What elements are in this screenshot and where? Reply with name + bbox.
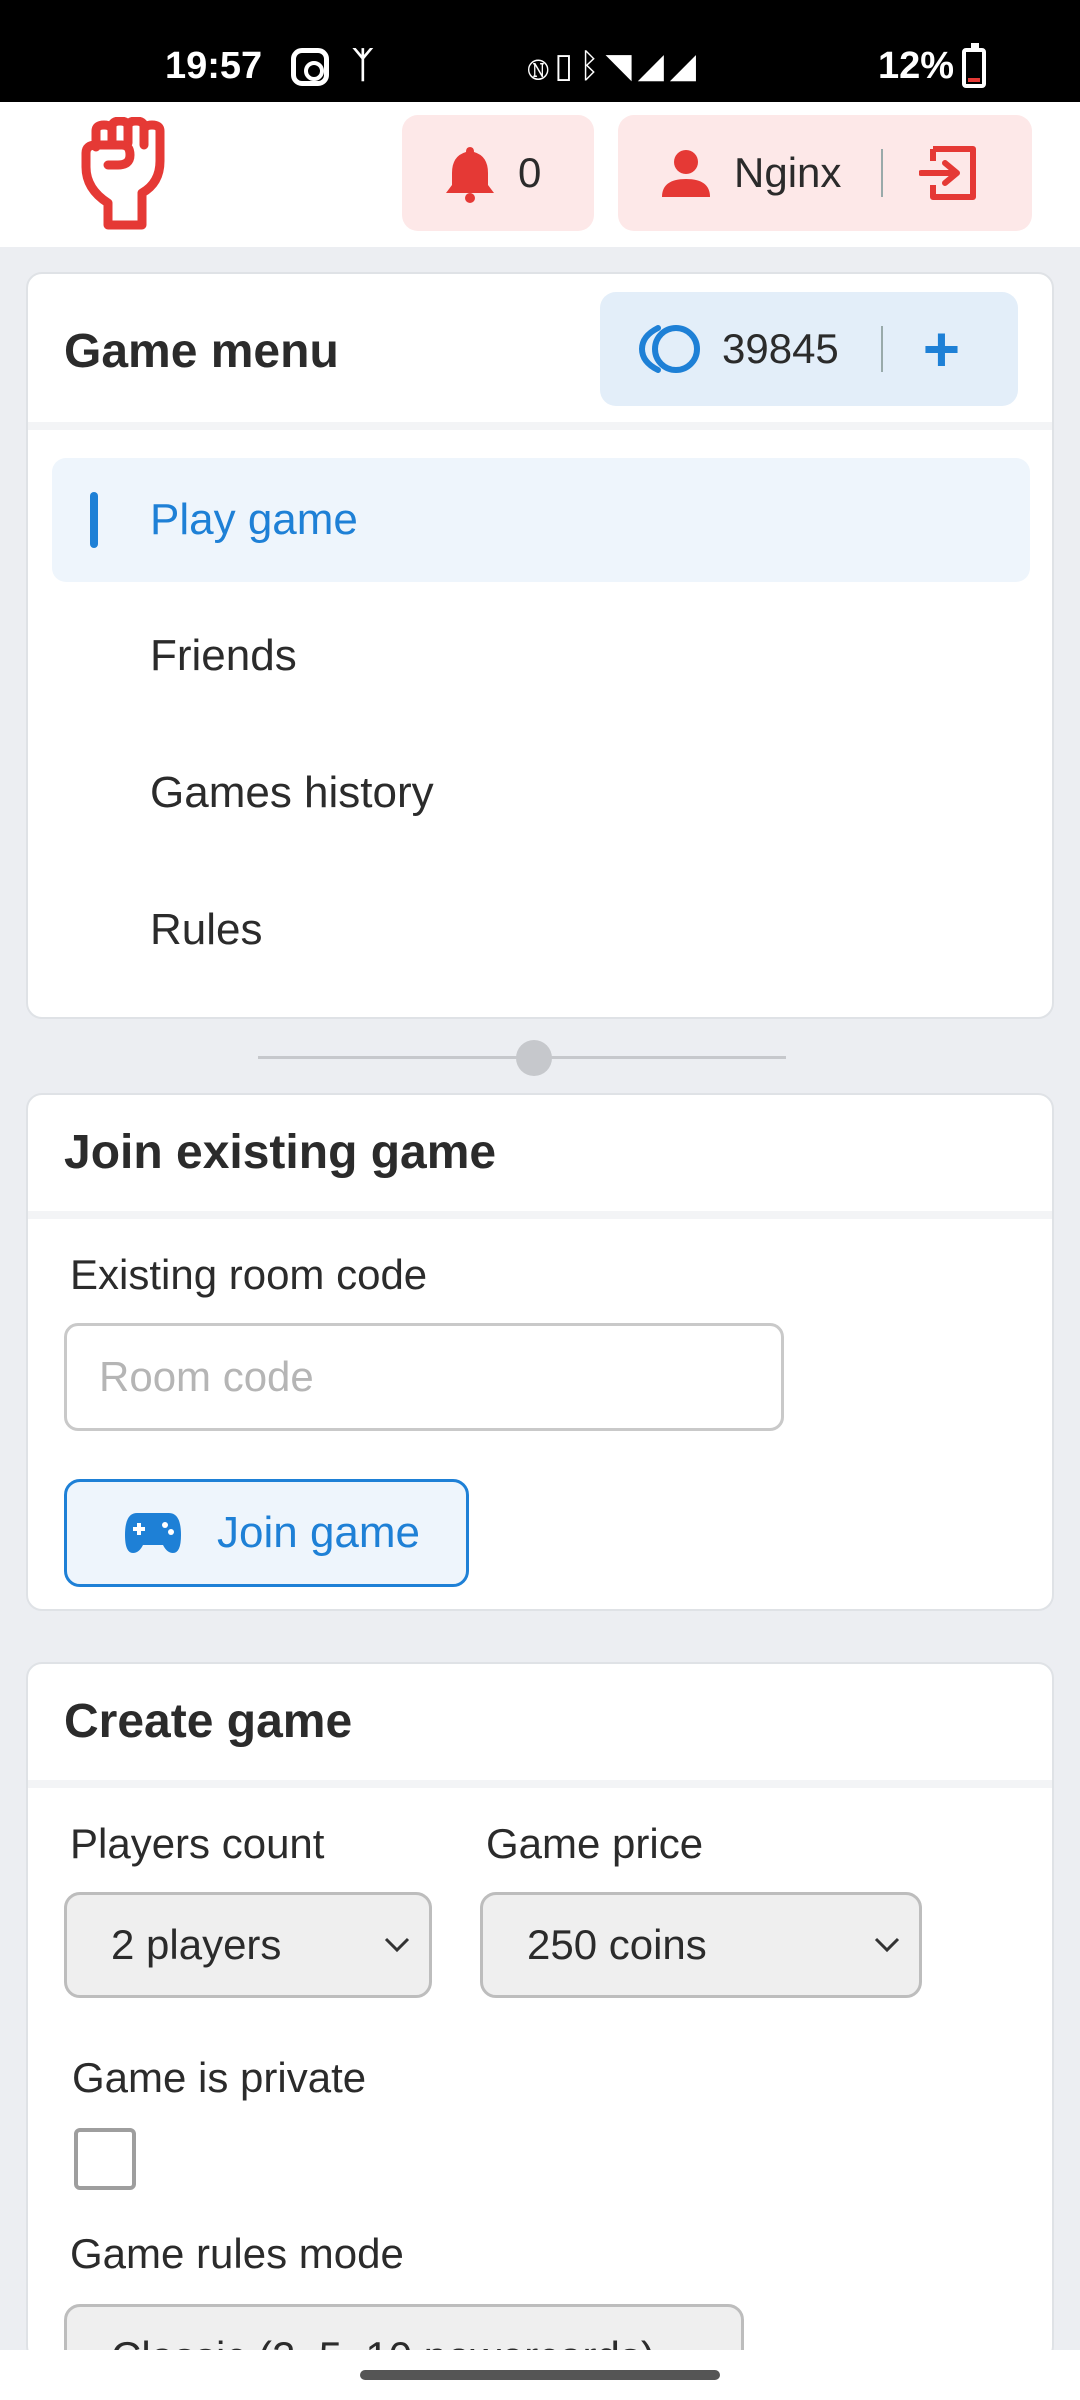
room-code-input[interactable] bbox=[64, 1323, 784, 1431]
game-menu-card: Game menu 39845 + Play game Friends Game… bbox=[26, 272, 1054, 1019]
status-bar: 19:57 ᛉ Ⓝ▯ᛒ◥◢◢ 12% bbox=[0, 0, 1080, 102]
game-price-value: 250 coins bbox=[527, 1921, 707, 1968]
chevron-down-icon bbox=[384, 1937, 410, 1953]
status-icons: Ⓝ▯ᛒ◥◢◢ bbox=[528, 46, 702, 86]
raised-fist-logo[interactable] bbox=[78, 117, 178, 232]
menu-item-games-history[interactable]: Games history bbox=[52, 731, 1030, 855]
game-price-select[interactable]: 250 coins bbox=[480, 1892, 922, 1998]
logout-icon[interactable] bbox=[919, 145, 977, 201]
join-game-title: Join existing game bbox=[64, 1126, 497, 1179]
private-label: Game is private bbox=[72, 2054, 367, 2101]
game-price-label: Game price bbox=[486, 1820, 704, 1867]
rules-mode-label: Game rules mode bbox=[70, 2230, 404, 2277]
add-coins-button[interactable]: + bbox=[923, 317, 960, 381]
menu-item-play-game[interactable]: Play game bbox=[52, 458, 1030, 582]
room-code-label: Existing room code bbox=[70, 1251, 428, 1298]
gamepad-icon bbox=[125, 1513, 181, 1553]
divider bbox=[881, 149, 884, 197]
join-game-button[interactable]: Join game bbox=[64, 1479, 469, 1587]
coins-icon bbox=[638, 325, 700, 373]
home-indicator[interactable] bbox=[360, 2370, 720, 2380]
username: Nginx bbox=[734, 149, 842, 196]
user-icon bbox=[662, 150, 710, 197]
create-game-card: Create game Players count 2 players Game… bbox=[26, 1662, 1054, 2362]
signal-icon: ◢◢ bbox=[637, 47, 702, 85]
instagram-icon bbox=[291, 48, 329, 86]
app-header: 0 Nginx bbox=[0, 102, 1080, 247]
private-checkbox[interactable] bbox=[74, 2128, 136, 2190]
chevron-down-icon bbox=[874, 1937, 900, 1953]
battery-icon bbox=[962, 43, 986, 88]
join-game-label: Join game bbox=[217, 1508, 421, 1557]
card-divider bbox=[28, 1780, 1052, 1788]
join-game-card: Join existing game Existing room code Jo… bbox=[26, 1093, 1054, 1611]
divider bbox=[880, 326, 883, 372]
airpods-icon: ᛉ bbox=[352, 44, 374, 85]
status-time: 19:57 bbox=[165, 45, 263, 87]
vibrate-icon: ▯ bbox=[554, 47, 580, 85]
players-count-select[interactable]: 2 players bbox=[64, 1892, 432, 1998]
resize-handle-knob[interactable] bbox=[516, 1040, 552, 1076]
menu-item-rules[interactable]: Rules bbox=[52, 868, 1030, 992]
card-divider bbox=[28, 1211, 1052, 1219]
notifications-count: 0 bbox=[518, 149, 542, 196]
menu-item-friends[interactable]: Friends bbox=[52, 594, 1030, 718]
create-game-title: Create game bbox=[64, 1695, 353, 1748]
players-count-value: 2 players bbox=[111, 1921, 282, 1968]
battery-percent: 12% bbox=[878, 45, 955, 87]
card-divider bbox=[28, 422, 1052, 430]
coins-balance: 39845 + bbox=[600, 292, 1018, 406]
wifi-icon: ◥ bbox=[605, 47, 638, 85]
game-menu-title: Game menu bbox=[64, 325, 339, 378]
user-menu[interactable]: Nginx bbox=[618, 115, 1032, 231]
players-count-label: Players count bbox=[70, 1820, 325, 1867]
nfc-icon: Ⓝ bbox=[528, 47, 555, 85]
bell-icon bbox=[446, 147, 494, 203]
notifications-button[interactable]: 0 bbox=[402, 115, 594, 231]
bluetooth-icon: ᛒ bbox=[579, 47, 606, 85]
coins-amount: 39845 bbox=[722, 325, 839, 372]
